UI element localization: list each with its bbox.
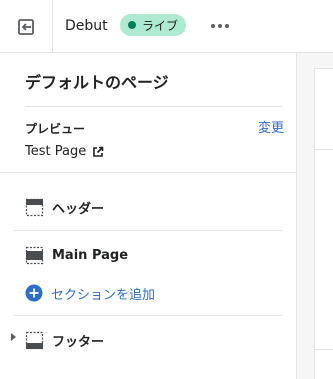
status-dot bbox=[128, 21, 136, 29]
divider bbox=[14, 230, 282, 231]
header-layout-icon bbox=[25, 198, 44, 216]
exit-icon bbox=[18, 18, 34, 35]
add-section-label: セクションを追加 bbox=[51, 287, 156, 303]
plus-circle-icon bbox=[25, 284, 43, 302]
section-label: Main Page bbox=[52, 247, 129, 263]
status-badge: ライブ bbox=[120, 14, 187, 36]
section-main-page[interactable]: Main Page bbox=[25, 244, 128, 266]
external-link-icon bbox=[93, 146, 104, 157]
divider bbox=[14, 315, 282, 316]
preview-canvas bbox=[297, 53, 333, 379]
status-badge-label: ライブ bbox=[142, 18, 179, 33]
more-actions-button[interactable] bbox=[207, 14, 233, 38]
footer-layout-icon bbox=[25, 331, 44, 349]
more-horizontal-icon bbox=[211, 24, 229, 28]
expand-caret-icon[interactable] bbox=[11, 333, 16, 341]
preview-label: プレビュー bbox=[25, 122, 86, 136]
section-footer[interactable]: フッター bbox=[25, 329, 104, 351]
section-label: ヘッダー bbox=[52, 201, 105, 217]
divider bbox=[25, 106, 282, 107]
page-title: デフォルトのページ bbox=[25, 73, 169, 92]
sections-sidebar: デフォルトのページ プレビュー 変更 Test Page ヘッダー Main P… bbox=[0, 53, 297, 379]
preview-divider bbox=[315, 149, 333, 150]
preview-frame bbox=[314, 68, 333, 379]
change-preview-link[interactable]: 変更 bbox=[258, 121, 284, 137]
preview-divider bbox=[315, 349, 333, 350]
template-layout-icon bbox=[25, 246, 44, 264]
exit-editor-button[interactable] bbox=[0, 0, 53, 53]
add-section-button[interactable]: セクションを追加 bbox=[25, 282, 155, 304]
top-bar: Debut ライブ bbox=[0, 0, 333, 53]
theme-name: Debut bbox=[65, 18, 108, 34]
preview-page-link[interactable]: Test Page bbox=[25, 143, 104, 160]
preview-page-name: Test Page bbox=[25, 144, 87, 159]
section-header[interactable]: ヘッダー bbox=[25, 196, 104, 218]
section-label: フッター bbox=[52, 334, 105, 350]
divider bbox=[0, 172, 297, 173]
